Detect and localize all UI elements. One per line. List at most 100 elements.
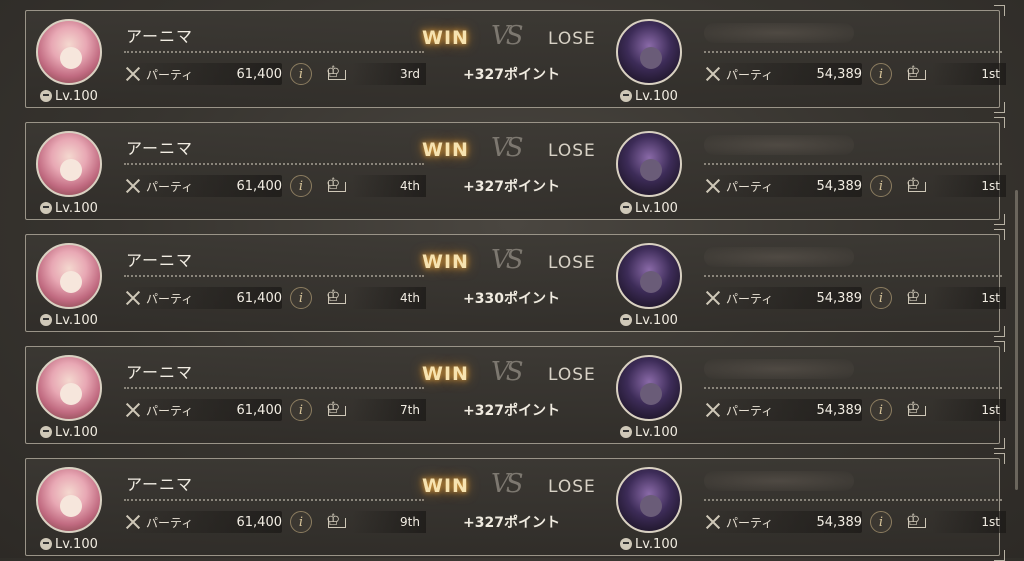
- opponent-avatar[interactable]: [616, 467, 682, 533]
- skull-icon: [620, 426, 632, 438]
- opponent-level-text: Lv.100: [635, 536, 678, 552]
- opponent-stats: パーティ 54,389 i 1st: [704, 509, 1006, 535]
- rank-box: 4th: [352, 287, 426, 309]
- opponent-rank: 1st: [981, 179, 1000, 193]
- avatar-face: [60, 47, 82, 69]
- party-info-button[interactable]: i: [870, 287, 892, 309]
- player-avatar[interactable]: [36, 467, 102, 533]
- party-label: パーティ: [146, 403, 194, 418]
- divider: [124, 163, 424, 165]
- player-avatar[interactable]: [36, 355, 102, 421]
- divider: [124, 387, 424, 389]
- lose-label: LOSE: [548, 253, 596, 273]
- battle-record[interactable]: Lv.100 アーニマ パーティ 61,400 i 4th WIN VS LOS…: [25, 117, 1006, 225]
- party-power-value: 54,389: [816, 514, 863, 530]
- opponent-rank: 1st: [981, 515, 1000, 529]
- avatar-face: [640, 271, 662, 293]
- player-level: Lv.100: [40, 535, 98, 553]
- crown-icon: [906, 286, 928, 306]
- crossed-swords-icon: [704, 65, 722, 83]
- party-power: パーティ 61,400: [124, 175, 282, 197]
- crossed-swords-icon: [704, 513, 722, 531]
- lose-label: LOSE: [548, 141, 596, 161]
- crown-icon: [326, 174, 348, 194]
- party-info-button[interactable]: i: [290, 287, 312, 309]
- battle-record[interactable]: Lv.100 アーニマ パーティ 61,400 i 4th WIN VS LOS…: [25, 229, 1006, 337]
- party-info-button[interactable]: i: [290, 175, 312, 197]
- crossed-swords-icon: [124, 513, 142, 531]
- opponent-level: Lv.100: [620, 87, 678, 105]
- player-stats: パーティ 61,400 i 4th: [124, 285, 426, 311]
- party-label: パーティ: [726, 291, 774, 306]
- party-power-value: 54,389: [816, 402, 863, 418]
- opponent-avatar[interactable]: [616, 355, 682, 421]
- player-level-text: Lv.100: [55, 88, 98, 104]
- crown-icon: [326, 398, 348, 418]
- player-avatar[interactable]: [36, 131, 102, 197]
- player-level: Lv.100: [40, 311, 98, 329]
- party-label: パーティ: [726, 515, 774, 530]
- party-power: パーティ 61,400: [124, 63, 282, 85]
- win-label: WIN: [422, 251, 469, 273]
- avatar-face: [640, 495, 662, 517]
- skull-icon: [40, 90, 52, 102]
- battle-record[interactable]: Lv.100 アーニマ パーティ 61,400 i 9th WIN VS LOS…: [25, 453, 1006, 561]
- opponent-level: Lv.100: [620, 535, 678, 553]
- party-info-button[interactable]: i: [870, 63, 892, 85]
- avatar-face: [60, 159, 82, 181]
- divider: [124, 499, 424, 501]
- player-stats: パーティ 61,400 i 3rd: [124, 61, 426, 87]
- opponent-level: Lv.100: [620, 311, 678, 329]
- crossed-swords-icon: [124, 65, 142, 83]
- opponent-avatar[interactable]: [616, 243, 682, 309]
- party-info-button[interactable]: i: [870, 175, 892, 197]
- rank-box: 1st: [932, 175, 1006, 197]
- avatar-face: [640, 47, 662, 69]
- party-label: パーティ: [726, 179, 774, 194]
- party-power-value: 61,400: [236, 290, 283, 306]
- party-label: パーティ: [146, 515, 194, 530]
- opponent-level: Lv.100: [620, 423, 678, 441]
- scrollbar[interactable]: [1015, 190, 1018, 490]
- battle-record[interactable]: Lv.100 アーニマ パーティ 61,400 i 7th WIN VS LOS…: [25, 341, 1006, 449]
- player-avatar[interactable]: [36, 19, 102, 85]
- party-power: パーティ 61,400: [124, 287, 282, 309]
- party-power: パーティ 54,389: [704, 63, 862, 85]
- opponent-name-blurred: [704, 135, 854, 155]
- opponent-name-blurred: [704, 359, 854, 379]
- party-power-value: 54,389: [816, 66, 863, 82]
- opponent-avatar[interactable]: [616, 19, 682, 85]
- divider: [704, 163, 1002, 165]
- vs-label: VS: [491, 357, 524, 387]
- battle-record[interactable]: Lv.100 アーニマ パーティ 61,400 i 3rd WIN VS LOS…: [25, 5, 1006, 113]
- crown-icon: [326, 510, 348, 530]
- opponent-stats: パーティ 54,389 i 1st: [704, 397, 1006, 423]
- vs-label: VS: [491, 133, 524, 163]
- crossed-swords-icon: [124, 289, 142, 307]
- opponent-rank: 1st: [981, 67, 1000, 81]
- player-level: Lv.100: [40, 199, 98, 217]
- player-rank: 4th: [400, 179, 420, 193]
- player-avatar[interactable]: [36, 243, 102, 309]
- crown-icon: [326, 62, 348, 82]
- party-power: パーティ 61,400: [124, 399, 282, 421]
- points-gained: +327ポイント: [463, 403, 560, 419]
- crossed-swords-icon: [124, 177, 142, 195]
- party-info-button[interactable]: i: [290, 399, 312, 421]
- lose-label: LOSE: [548, 29, 596, 49]
- divider: [704, 499, 1002, 501]
- party-power-value: 61,400: [236, 402, 283, 418]
- player-level-text: Lv.100: [55, 536, 98, 552]
- party-info-button[interactable]: i: [290, 511, 312, 533]
- opponent-rank: 1st: [981, 291, 1000, 305]
- party-info-button[interactable]: i: [870, 399, 892, 421]
- opponent-avatar[interactable]: [616, 131, 682, 197]
- crossed-swords-icon: [704, 177, 722, 195]
- party-info-button[interactable]: i: [290, 63, 312, 85]
- avatar-face: [60, 383, 82, 405]
- party-info-button[interactable]: i: [870, 511, 892, 533]
- avatar-face: [60, 271, 82, 293]
- party-label: パーティ: [146, 67, 194, 82]
- lose-label: LOSE: [548, 365, 596, 385]
- party-label: パーティ: [146, 179, 194, 194]
